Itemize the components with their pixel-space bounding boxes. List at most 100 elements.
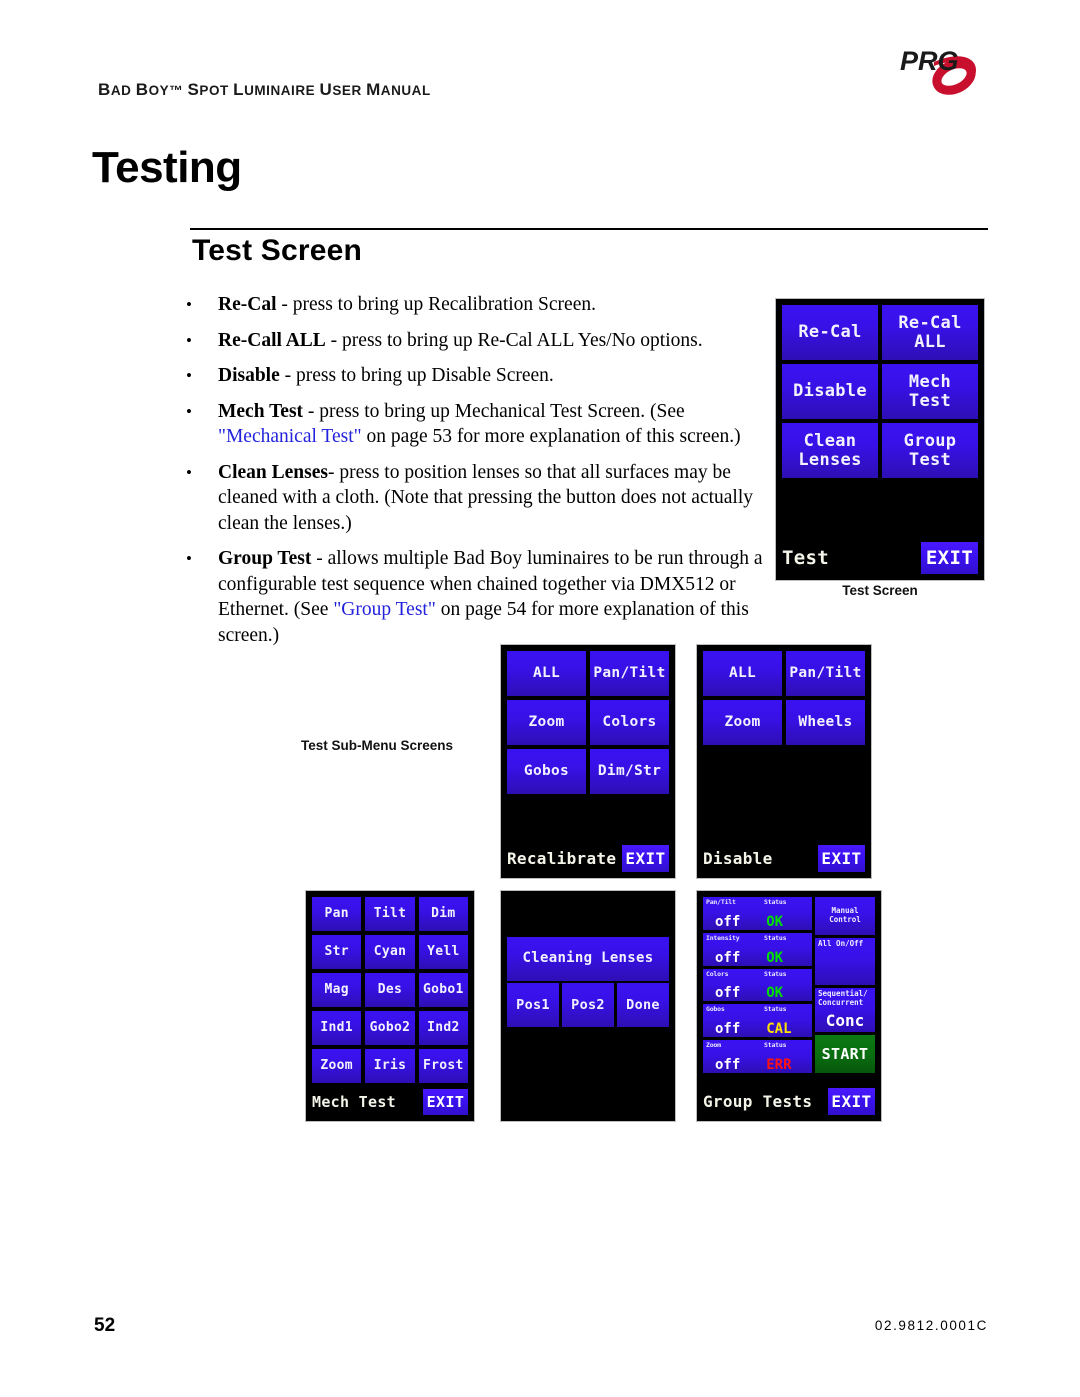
cleaning-lenses-button-row: Pos1 Pos2 Done xyxy=(507,983,669,1027)
lcd-panel-recalibrate: ALL Pan/Tilt Zoom Colors Gobos Dim/Str Recali… xyxy=(500,644,676,879)
manual-control-label: Manual Control xyxy=(829,906,861,924)
cross-reference-link[interactable]: "Mechanical Test" xyxy=(218,426,362,447)
test-button-clean-lenses[interactable]: Clean Lenses xyxy=(782,423,878,478)
screen-name-label: Group Tests xyxy=(703,1092,813,1111)
start-button[interactable]: START xyxy=(815,1035,875,1073)
test-screen-footer: Test EXIT xyxy=(782,542,978,574)
group-row-status-label: Status xyxy=(764,1005,787,1014)
group-test-row[interactable]: Colors Status off OK xyxy=(703,968,812,1002)
exit-button[interactable]: EXIT xyxy=(828,1088,875,1115)
mech-button-cyan[interactable]: Cyan xyxy=(365,935,415,969)
bullet-term: Re-Cal xyxy=(218,294,277,315)
sequential-concurrent-label: Sequential/Concurrent xyxy=(818,989,868,1007)
mech-button-mag[interactable]: Mag xyxy=(312,973,362,1007)
recal-button-pan-tilt[interactable]: Pan/Tilt xyxy=(590,651,669,696)
mech-button-iris[interactable]: Iris xyxy=(365,1049,415,1083)
exit-button[interactable]: EXIT xyxy=(423,1089,468,1115)
mech-button-gobo2[interactable]: Gobo2 xyxy=(365,1011,415,1045)
bullet-marker: • xyxy=(186,330,192,350)
group-tests-row-list: Pan/Tilt Status off OK Intensity Status off OK C… xyxy=(703,897,812,1073)
lcd-panel-disable: ALL Pan/Tilt Zoom Wheels Disable EXIT xyxy=(696,644,872,879)
clean-button-pos2[interactable]: Pos2 xyxy=(562,983,614,1027)
lcd-panel-cleaning-lenses: Cleaning Lenses Pos1 Pos2 Done xyxy=(500,890,676,1122)
mech-button-pan[interactable]: Pan xyxy=(312,897,362,931)
mech-button-tilt[interactable]: Tilt xyxy=(365,897,415,931)
disable-button-zoom[interactable]: Zoom xyxy=(703,700,782,745)
clean-button-pos1[interactable]: Pos1 xyxy=(507,983,559,1027)
cross-reference-link[interactable]: "Group Test" xyxy=(333,599,435,620)
caption-test-sub-menu-screens: Test Sub-Menu Screens xyxy=(300,738,454,753)
bullet-text: - press to bring up Recalibration Screen… xyxy=(276,294,596,315)
all-on-off-button[interactable]: All On/Off xyxy=(815,937,875,986)
bullet-marker: • xyxy=(186,295,192,314)
recal-button-all[interactable]: ALL xyxy=(507,651,586,696)
group-tests-body: Pan/Tilt Status off OK Intensity Status off OK C… xyxy=(703,897,875,1073)
screen-name-label: Recalibrate xyxy=(507,849,617,868)
group-test-row[interactable]: Zoom Status off ERR xyxy=(703,1040,812,1073)
cleaning-lenses-banner: Cleaning Lenses xyxy=(507,937,669,981)
bullet-term: Mech Test xyxy=(218,400,304,422)
mech-test-button-grid: Pan Tilt Dim Str Cyan Yell Mag Des Gobo1 Ind1 Gobo… xyxy=(312,897,468,1083)
mech-button-str[interactable]: Str xyxy=(312,935,362,969)
group-test-row[interactable]: Pan/Tilt Status off OK xyxy=(703,897,812,930)
disable-footer: Disable EXIT xyxy=(703,845,865,872)
screen-name-label: Disable xyxy=(703,849,773,868)
exit-button[interactable]: EXIT xyxy=(622,845,669,872)
feature-bullet-list: • Re-Cal - press to bring up Recalibratio… xyxy=(180,292,770,658)
group-row-label: Zoom xyxy=(706,1041,721,1050)
mech-test-footer: Mech Test EXIT xyxy=(312,1089,468,1115)
clean-button-done[interactable]: Done xyxy=(617,983,669,1027)
mech-button-frost[interactable]: Frost xyxy=(418,1049,468,1083)
group-row-value: off xyxy=(715,949,741,966)
footer-page-number: 52 xyxy=(94,1315,116,1336)
mech-button-ind1[interactable]: Ind1 xyxy=(312,1011,362,1045)
test-button-re-cal[interactable]: Re-Cal xyxy=(782,305,878,360)
disable-button-pan-tilt[interactable]: Pan/Tilt xyxy=(786,651,865,696)
disable-button-wheels[interactable]: Wheels xyxy=(786,700,865,745)
bullet-term: Group Test xyxy=(218,548,312,569)
test-button-group-test[interactable]: Group Test xyxy=(882,423,978,478)
bullet-item: • Clean Lenses- press to position lenses … xyxy=(180,460,770,537)
section-divider xyxy=(190,228,988,230)
group-row-label: Pan/Tilt xyxy=(706,898,736,906)
group-tests-footer: Group Tests EXIT xyxy=(703,1088,875,1115)
running-header-title: BAD BOY™ SPOT LUMINAIRE USER MANUAL xyxy=(98,80,431,99)
manual-control-button[interactable]: Manual Control xyxy=(815,897,875,935)
bullet-marker: • xyxy=(186,366,192,385)
group-test-row[interactable]: Intensity Status off OK xyxy=(703,932,812,966)
exit-button[interactable]: EXIT xyxy=(818,845,865,872)
recal-button-dim-str[interactable]: Dim/Str xyxy=(590,749,669,794)
mech-button-yell[interactable]: Yell xyxy=(418,935,468,969)
disable-button-all[interactable]: ALL xyxy=(703,651,782,696)
mech-button-dim[interactable]: Dim xyxy=(418,897,468,931)
test-button-re-cal-all[interactable]: Re-Cal ALL xyxy=(882,305,978,360)
group-row-value: off xyxy=(715,985,741,1002)
page-header: BAD BOY™ SPOT LUMINAIRE USER MANUAL PRG xyxy=(98,46,988,112)
group-test-row[interactable]: Gobos Status off CAL xyxy=(703,1004,812,1038)
group-row-value: off xyxy=(715,1021,741,1038)
recalibrate-button-grid: ALL Pan/Tilt Zoom Colors Gobos Dim/Str xyxy=(507,651,669,794)
group-row-status-label: Status xyxy=(764,969,787,978)
mech-button-zoom[interactable]: Zoom xyxy=(312,1049,362,1083)
recal-button-colors[interactable]: Colors xyxy=(590,700,669,745)
mech-button-ind2[interactable]: Ind2 xyxy=(418,1011,468,1045)
exit-button[interactable]: EXIT xyxy=(921,542,978,574)
group-row-status-label: Status xyxy=(764,898,787,906)
test-button-disable[interactable]: Disable xyxy=(782,364,878,419)
mech-button-gobo1[interactable]: Gobo1 xyxy=(418,973,468,1007)
group-row-status-label: Status xyxy=(764,1041,787,1050)
recal-button-zoom[interactable]: Zoom xyxy=(507,700,586,745)
test-button-mech-test[interactable]: Mech Test xyxy=(882,364,978,419)
recal-button-gobos[interactable]: Gobos xyxy=(507,749,586,794)
sequential-concurrent-button[interactable]: Sequential/Concurrent Conc xyxy=(815,988,875,1033)
bullet-term: Disable xyxy=(218,365,280,386)
bullet-item: • Mech Test - press to bring up Mechanica… xyxy=(180,399,770,450)
bullet-term: Clean Lenses xyxy=(218,461,328,483)
bullet-item: • Re-Cal - press to bring up Recalibratio… xyxy=(180,292,770,318)
caption-test-screen: Test Screen xyxy=(842,583,918,598)
mech-button-des[interactable]: Des xyxy=(365,973,415,1007)
screen-name-label: Test xyxy=(782,547,829,569)
group-tests-side-controls: Manual Control All On/Off Sequential/Conc… xyxy=(815,897,875,1073)
lcd-panel-test-screen: Re-Cal Re-Cal ALL Disable Mech Test Clean Lense… xyxy=(775,298,985,581)
lcd-panel-mech-test: Pan Tilt Dim Str Cyan Yell Mag Des Gobo1 Ind1 Gobo… xyxy=(305,890,475,1122)
